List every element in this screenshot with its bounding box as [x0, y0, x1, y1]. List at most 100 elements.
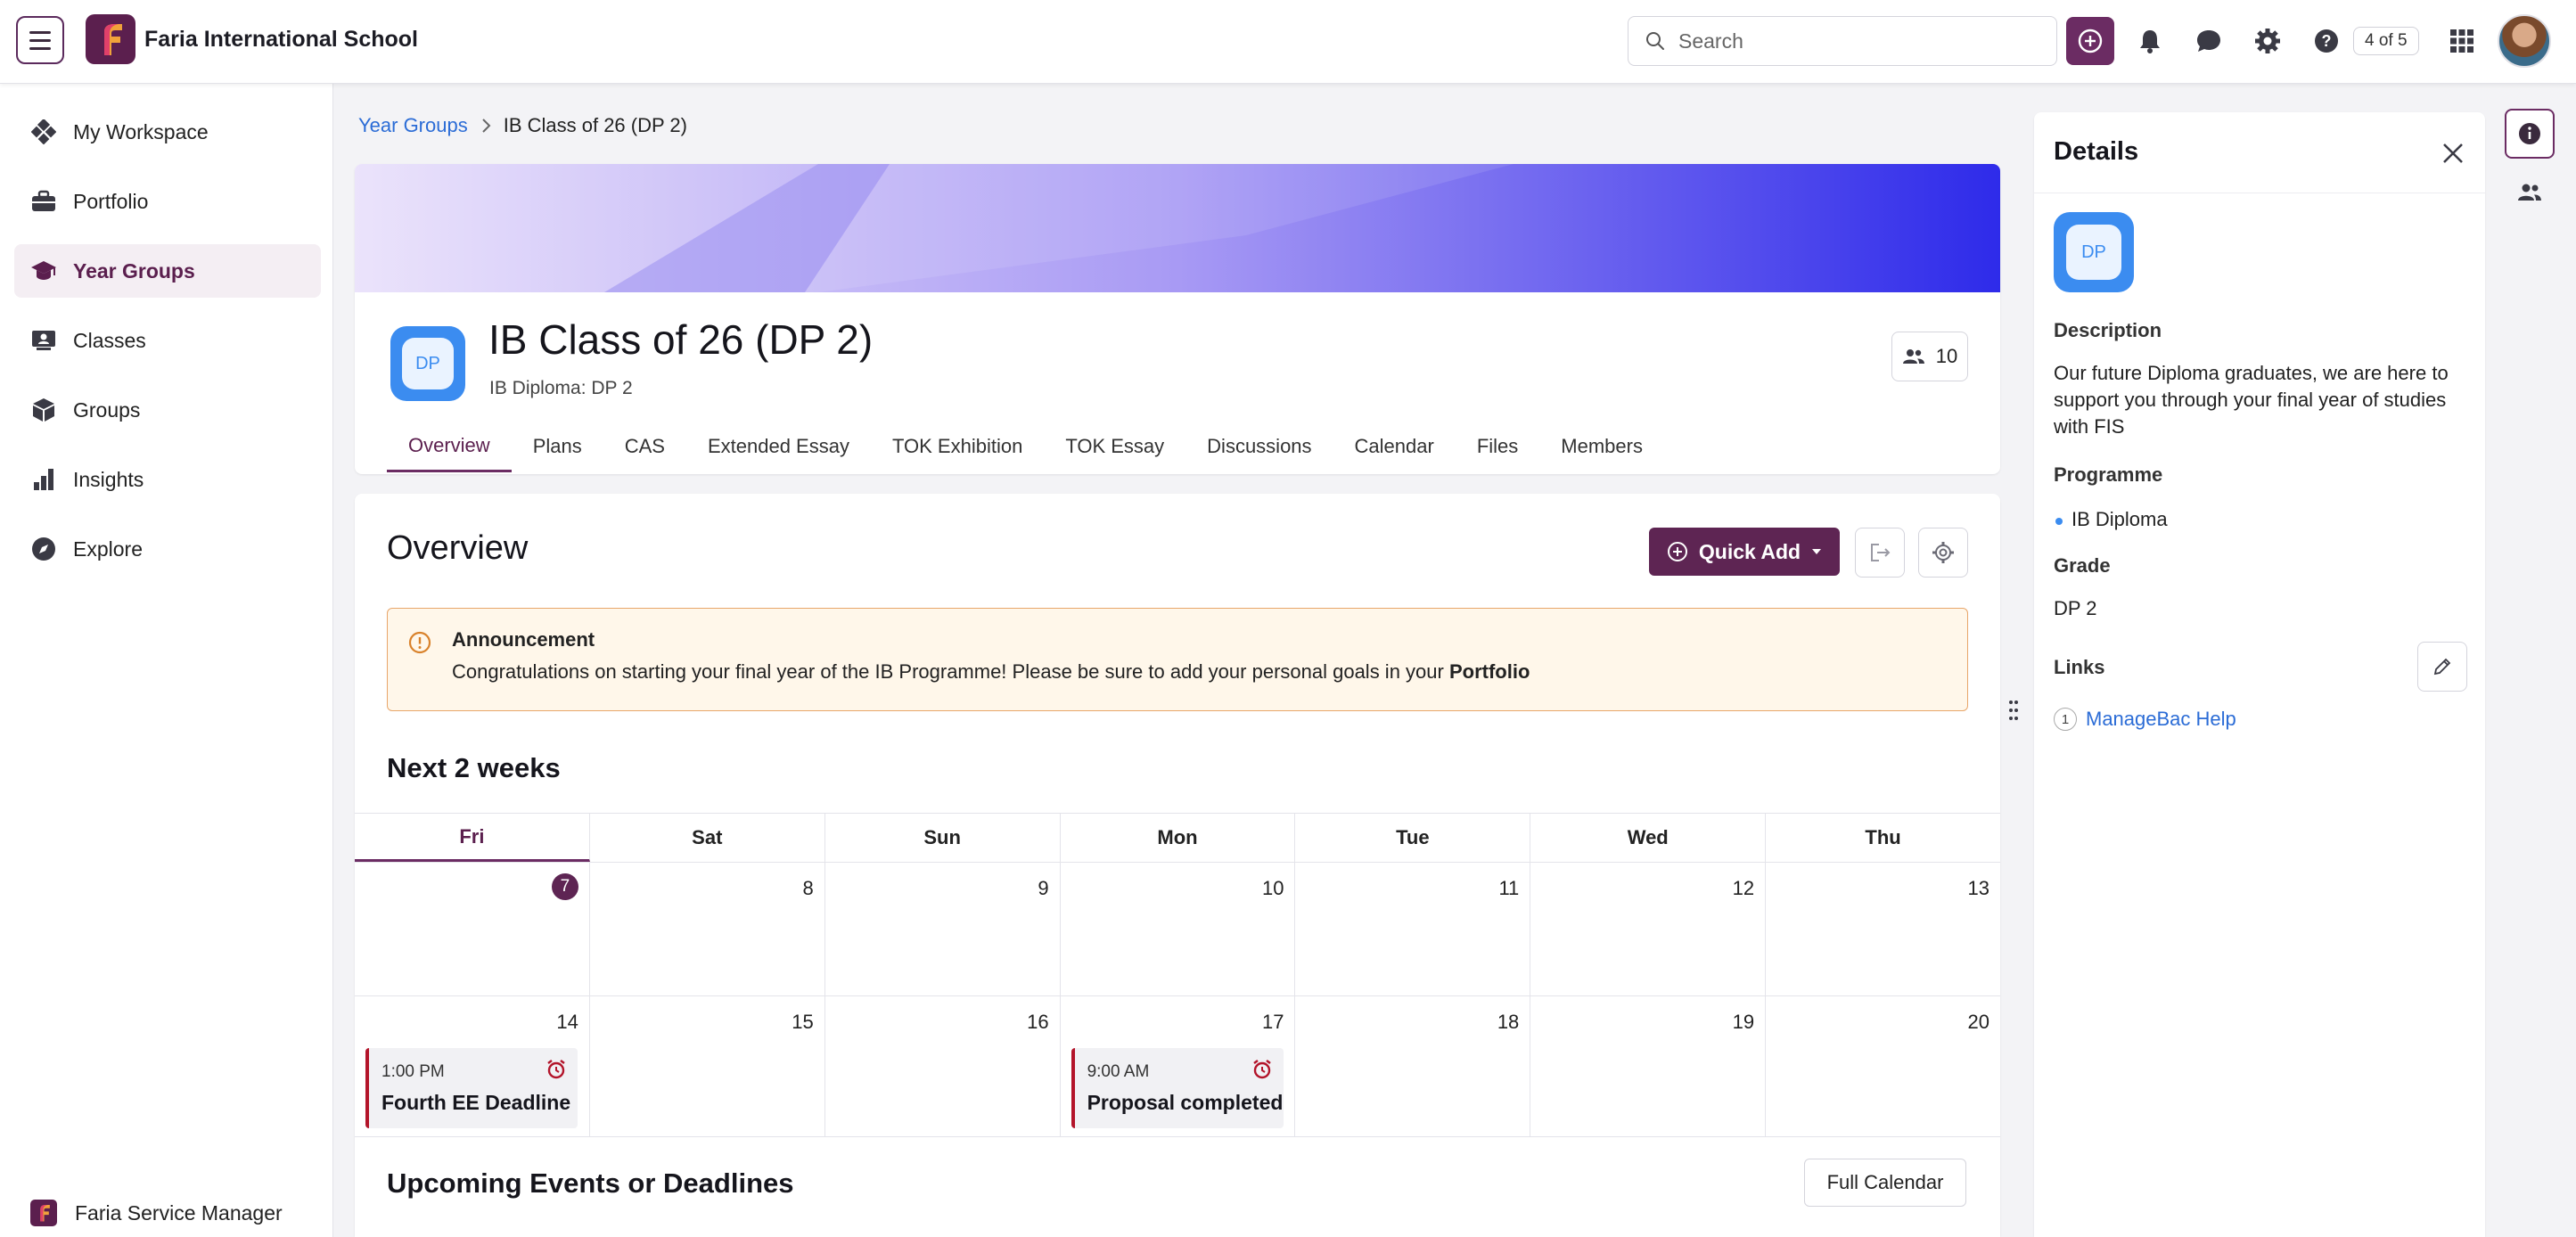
- panel-resize-handle-icon[interactable]: [2007, 699, 2020, 722]
- pager-badge[interactable]: 4 of 5: [2353, 27, 2419, 55]
- pencil-icon: [2433, 658, 2451, 676]
- calendar-day-cell[interactable]: 12: [1530, 863, 1767, 995]
- faria-logo[interactable]: [86, 14, 135, 64]
- sidebar-item-explore[interactable]: Explore: [14, 522, 321, 576]
- right-rail: [2494, 84, 2576, 1237]
- day-number: 19: [1732, 1011, 1755, 1033]
- calendar-day-cell[interactable]: 16: [825, 996, 1061, 1136]
- tab-members[interactable]: Members: [1539, 421, 1664, 472]
- calendar-day-cell[interactable]: 14 1:00 PM Fourth EE Deadline: [355, 996, 590, 1136]
- calendar-day-cell[interactable]: 15: [590, 996, 825, 1136]
- section-title: Overview: [387, 529, 529, 567]
- day-number: 16: [1027, 1011, 1049, 1033]
- sidebar-item-label: Explore: [73, 537, 143, 561]
- tab-discussions[interactable]: Discussions: [1185, 421, 1333, 472]
- people-icon: [1902, 349, 1924, 364]
- calendar-day-cell[interactable]: 17 9:00 AM Proposal completed: [1061, 996, 1296, 1136]
- programme-value: IB Diploma: [2071, 508, 2168, 530]
- tab-calendar[interactable]: Calendar: [1333, 421, 1456, 472]
- school-name[interactable]: Faria International School: [144, 27, 418, 53]
- calendar-event[interactable]: 9:00 AM Proposal completed: [1071, 1048, 1284, 1128]
- sidebar-item-year-groups[interactable]: Year Groups: [14, 244, 321, 298]
- calendar-day-cell[interactable]: 8: [590, 863, 825, 995]
- announcement-banner: Announcement Congratulations on starting…: [387, 608, 1968, 711]
- sidebar-item-label: Insights: [73, 467, 144, 491]
- tab-plans[interactable]: Plans: [512, 421, 603, 472]
- faria-service-manager-link[interactable]: Faria Service Manager: [30, 1200, 283, 1226]
- search-box[interactable]: [1628, 16, 2057, 66]
- event-time: 1:00 PM: [381, 1062, 445, 1081]
- sidebar-item-label: Portfolio: [73, 189, 149, 213]
- close-icon[interactable]: [2437, 137, 2469, 169]
- sidebar-item-portfolio[interactable]: Portfolio: [14, 175, 321, 228]
- weekday-thu: Thu: [1865, 826, 1901, 848]
- info-panel-button[interactable]: [2505, 109, 2555, 159]
- tab-cas[interactable]: CAS: [603, 421, 686, 472]
- user-avatar[interactable]: [2498, 14, 2551, 68]
- member-count-button[interactable]: 10: [1891, 332, 1968, 381]
- calendar-day-cell[interactable]: 11: [1295, 863, 1531, 995]
- breadcrumb-year-groups-link[interactable]: Year Groups: [358, 114, 468, 137]
- top-bar: Faria International School ? 4 of 5: [0, 0, 2576, 84]
- gear-icon: [1932, 542, 1954, 563]
- graduation-cap-icon: [30, 258, 57, 284]
- caret-down-icon: [1812, 549, 1822, 554]
- quick-add-button[interactable]: Quick Add: [1649, 528, 1840, 576]
- tab-tok-essay[interactable]: TOK Essay: [1044, 421, 1185, 472]
- calendar-event[interactable]: 1:00 PM Fourth EE Deadline: [365, 1048, 578, 1128]
- calendar-week-row: 7 8 9 10 11 12 13: [355, 863, 2000, 996]
- calendar-day-cell[interactable]: 7: [355, 863, 590, 995]
- full-calendar-button[interactable]: Full Calendar: [1804, 1159, 1966, 1207]
- settings-gear-icon[interactable]: [2250, 23, 2285, 59]
- description-text: Our future Diploma graduates, we are her…: [2054, 362, 2449, 438]
- portfolio-link[interactable]: Portfolio: [1449, 660, 1530, 683]
- members-panel-button[interactable]: [2505, 168, 2555, 217]
- messages-chat-icon[interactable]: [2191, 23, 2227, 59]
- tab-overview[interactable]: Overview: [387, 421, 512, 472]
- sidebar-item-label: Year Groups: [73, 258, 195, 283]
- day-number: 10: [1261, 877, 1284, 899]
- briefcase-icon: [30, 188, 57, 215]
- create-new-button[interactable]: [2066, 17, 2114, 65]
- hamburger-menu-button[interactable]: [16, 16, 64, 64]
- calendar-day-cell[interactable]: 20: [1766, 996, 2000, 1136]
- plus-circle-icon: [2078, 29, 2103, 53]
- search-icon: [1646, 32, 1664, 50]
- overview-settings-button[interactable]: [1918, 528, 1968, 578]
- classes-icon: [30, 327, 57, 354]
- calendar-day-cell[interactable]: 19: [1530, 996, 1767, 1136]
- page-title: IB Class of 26 (DP 2): [488, 316, 874, 363]
- calendar-day-cell[interactable]: 18: [1295, 996, 1531, 1136]
- overview-card: Overview Quick Add Announcement Congratu…: [355, 494, 2000, 1237]
- edit-links-button[interactable]: [2417, 642, 2467, 692]
- search-input[interactable]: [1678, 29, 2035, 53]
- details-title: Details: [2054, 137, 2139, 166]
- sidebar: My Workspace Portfolio Year Groups Class…: [0, 84, 333, 1237]
- weekday-mon: Mon: [1061, 814, 1296, 862]
- chevron-right-icon: [482, 119, 491, 133]
- tab-extended-essay[interactable]: Extended Essay: [686, 421, 871, 472]
- apps-grid-icon[interactable]: [2444, 23, 2480, 59]
- calendar-day-cell[interactable]: 10: [1061, 863, 1296, 995]
- event-time: 9:00 AM: [1087, 1062, 1150, 1081]
- sidebar-item-classes[interactable]: Classes: [14, 314, 321, 367]
- export-button[interactable]: [1855, 528, 1905, 578]
- calendar-day-cell[interactable]: 9: [825, 863, 1061, 995]
- sidebar-item-insights[interactable]: Insights: [14, 453, 321, 506]
- tab-tok-exhibition[interactable]: TOK Exhibition: [871, 421, 1044, 472]
- calendar-day-cell[interactable]: 13: [1766, 863, 2000, 995]
- service-manager-label: Faria Service Manager: [75, 1200, 283, 1225]
- notifications-bell-icon[interactable]: [2132, 23, 2168, 59]
- event-title: Fourth EE Deadline: [381, 1091, 571, 1114]
- breadcrumb: Year Groups IB Class of 26 (DP 2): [358, 114, 687, 137]
- next-2-weeks-title: Next 2 weeks: [387, 752, 561, 783]
- day-number: 14: [556, 1011, 578, 1033]
- help-question-icon[interactable]: ?: [2309, 23, 2344, 59]
- plus-circle-icon: [1667, 542, 1687, 561]
- event-title: Proposal completed: [1087, 1091, 1284, 1114]
- alarm-clock-icon: [1252, 1060, 1271, 1079]
- sidebar-item-my-workspace[interactable]: My Workspace: [14, 105, 321, 159]
- managebac-help-link[interactable]: ManageBac Help: [2086, 708, 2236, 731]
- tab-files[interactable]: Files: [1456, 421, 1539, 472]
- sidebar-item-groups[interactable]: Groups: [14, 383, 321, 437]
